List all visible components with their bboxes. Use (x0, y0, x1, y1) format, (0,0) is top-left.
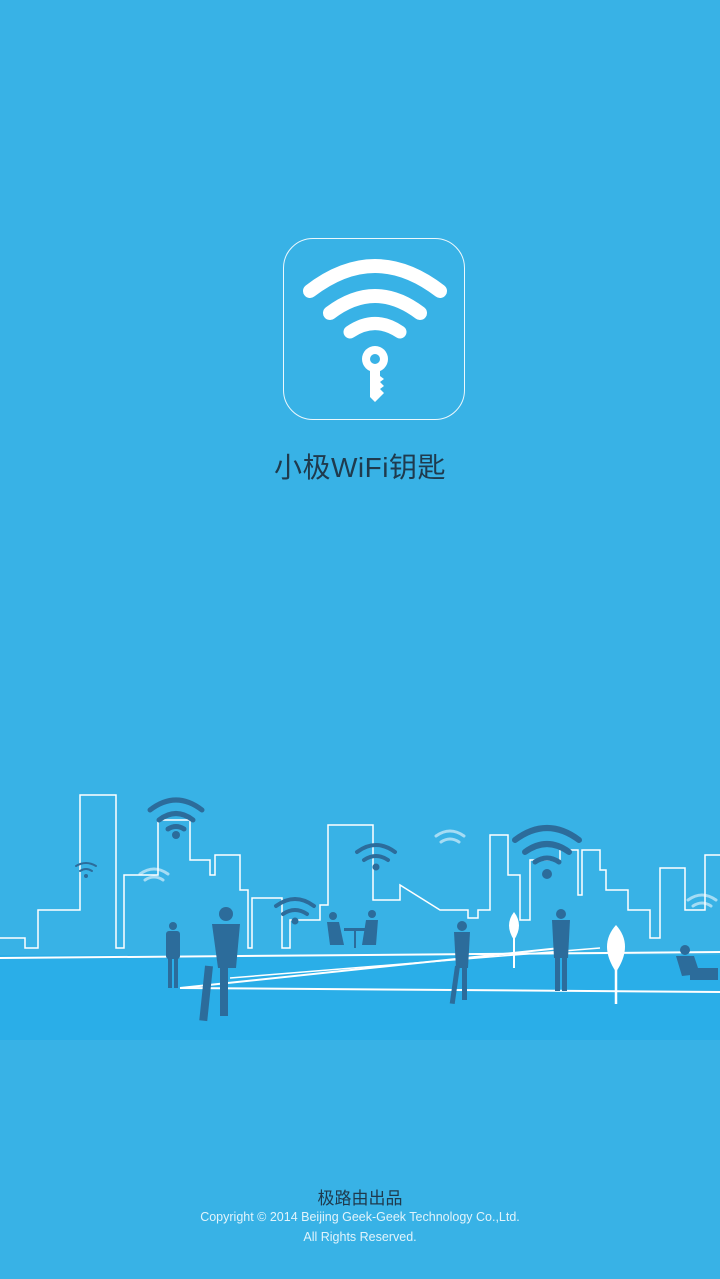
app-title: 小极WiFi钥匙 (274, 452, 446, 483)
footer-rights: All Rights Reserved. (303, 1230, 417, 1244)
app-logo (283, 238, 465, 420)
city-skyline-illustration (0, 794, 720, 1040)
footer-copyright: Copyright © 2014 Beijing Geek-Geek Techn… (200, 1210, 520, 1224)
wifi-key-icon (303, 259, 447, 402)
footer-brand: 极路由出品 (317, 1189, 403, 1208)
